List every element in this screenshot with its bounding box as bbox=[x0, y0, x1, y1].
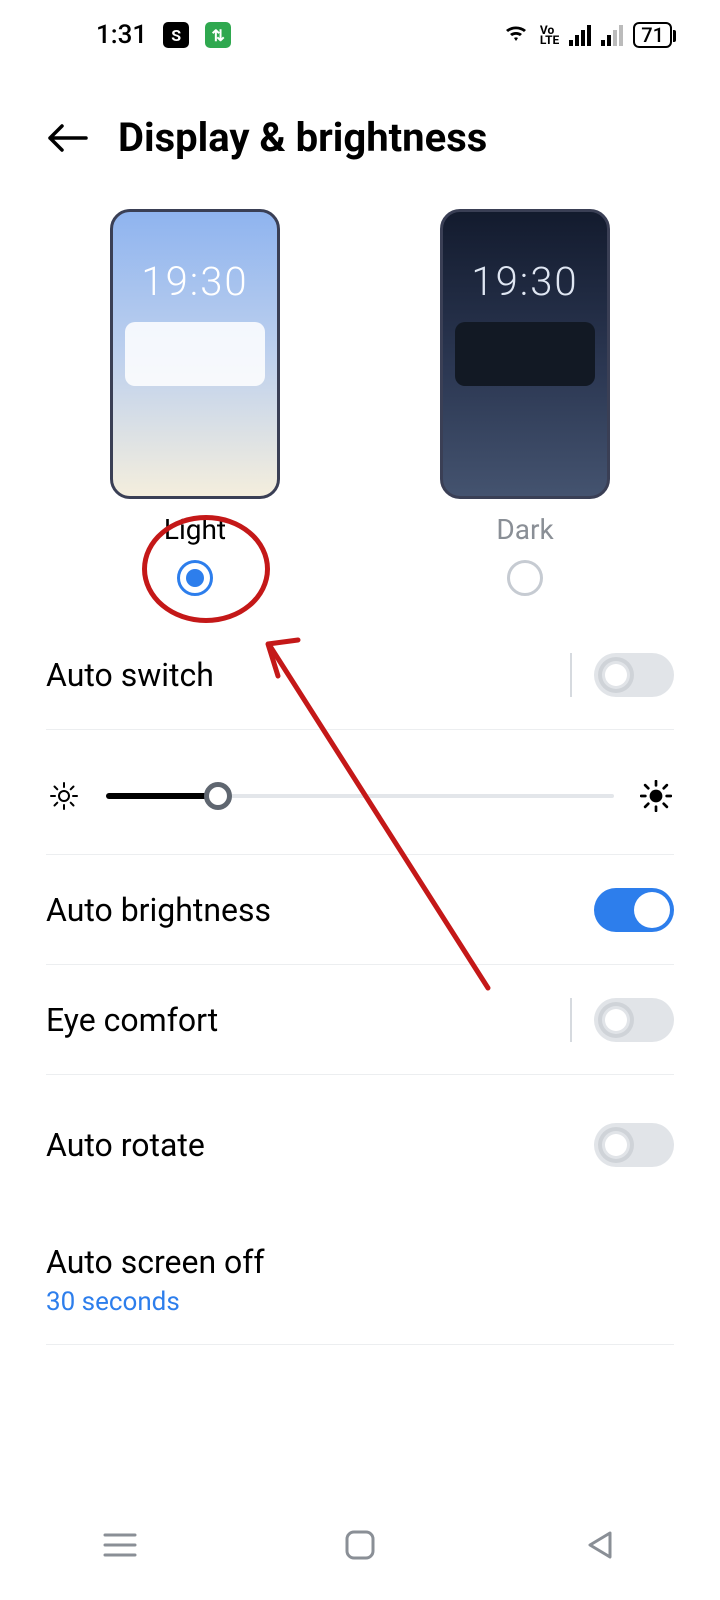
row-label: Auto rotate bbox=[46, 1126, 205, 1164]
eye-comfort-toggle[interactable] bbox=[594, 998, 674, 1042]
status-time: 1:31 bbox=[96, 20, 147, 50]
status-left: 1:31 S ⇅ bbox=[96, 20, 231, 50]
volte-icon: Vo LTE bbox=[540, 25, 559, 45]
divider-icon bbox=[570, 653, 572, 697]
row-label: Auto screen off bbox=[46, 1243, 265, 1281]
signal-icon-1 bbox=[569, 24, 591, 46]
row-label: Auto brightness bbox=[46, 891, 271, 929]
brightness-block bbox=[46, 730, 674, 855]
theme-radio-dark[interactable] bbox=[507, 560, 543, 596]
row-eye-comfort[interactable]: Eye comfort bbox=[46, 965, 674, 1075]
auto-rotate-toggle[interactable] bbox=[594, 1123, 674, 1167]
status-bar: 1:31 S ⇅ Vo LTE 71 bbox=[0, 0, 720, 70]
row-col: Auto screen off 30 seconds bbox=[46, 1243, 265, 1317]
theme-radio-light[interactable] bbox=[177, 560, 213, 596]
slider-fill bbox=[106, 793, 218, 799]
row-label: Eye comfort bbox=[46, 1001, 218, 1039]
theme-option-light[interactable]: 19:30 Light bbox=[110, 209, 280, 596]
page-header: Display & brightness bbox=[0, 70, 720, 191]
theme-option-dark[interactable]: 19:30 Dark bbox=[440, 209, 610, 596]
battery-indicator: 71 bbox=[633, 22, 672, 48]
wifi-icon bbox=[502, 20, 530, 50]
signal-icon-2 bbox=[601, 24, 623, 46]
back-button[interactable] bbox=[46, 116, 90, 160]
theme-chooser: 19:30 Light 19:30 Dark bbox=[0, 191, 720, 596]
settings-list: Auto switch Auto brightness Eye comfort bbox=[0, 596, 720, 1345]
row-right bbox=[570, 998, 674, 1042]
row-value: 30 seconds bbox=[46, 1287, 265, 1317]
row-auto-rotate[interactable]: Auto rotate bbox=[46, 1075, 674, 1215]
brightness-low-icon bbox=[46, 778, 82, 814]
brightness-slider[interactable] bbox=[106, 776, 614, 816]
nav-back-button[interactable] bbox=[575, 1520, 625, 1570]
preview-card bbox=[125, 322, 265, 386]
theme-preview-light: 19:30 bbox=[110, 209, 280, 499]
preview-clock: 19:30 bbox=[443, 258, 607, 305]
slider-thumb[interactable] bbox=[204, 782, 232, 810]
system-nav-bar bbox=[0, 1490, 720, 1600]
auto-switch-toggle[interactable] bbox=[594, 653, 674, 697]
app-icon-shopping: S bbox=[163, 22, 189, 48]
nav-recent-button[interactable] bbox=[95, 1520, 145, 1570]
row-auto-screen-off[interactable]: Auto screen off 30 seconds bbox=[46, 1215, 674, 1345]
page-title: Display & brightness bbox=[118, 114, 487, 161]
brightness-high-icon bbox=[638, 778, 674, 814]
brightness-row bbox=[46, 776, 674, 816]
row-auto-brightness[interactable]: Auto brightness bbox=[46, 855, 674, 965]
preview-clock: 19:30 bbox=[113, 258, 277, 305]
app-icon-green: ⇅ bbox=[205, 22, 231, 48]
row-auto-switch[interactable]: Auto switch bbox=[46, 620, 674, 730]
row-right bbox=[570, 653, 674, 697]
nav-home-button[interactable] bbox=[335, 1520, 385, 1570]
divider-icon bbox=[570, 998, 572, 1042]
preview-card bbox=[455, 322, 595, 386]
theme-preview-dark: 19:30 bbox=[440, 209, 610, 499]
auto-brightness-toggle[interactable] bbox=[594, 888, 674, 932]
status-right: Vo LTE 71 bbox=[502, 20, 672, 50]
theme-label-light: Light bbox=[164, 513, 226, 546]
theme-label-dark: Dark bbox=[496, 513, 553, 546]
row-label: Auto switch bbox=[46, 656, 214, 694]
